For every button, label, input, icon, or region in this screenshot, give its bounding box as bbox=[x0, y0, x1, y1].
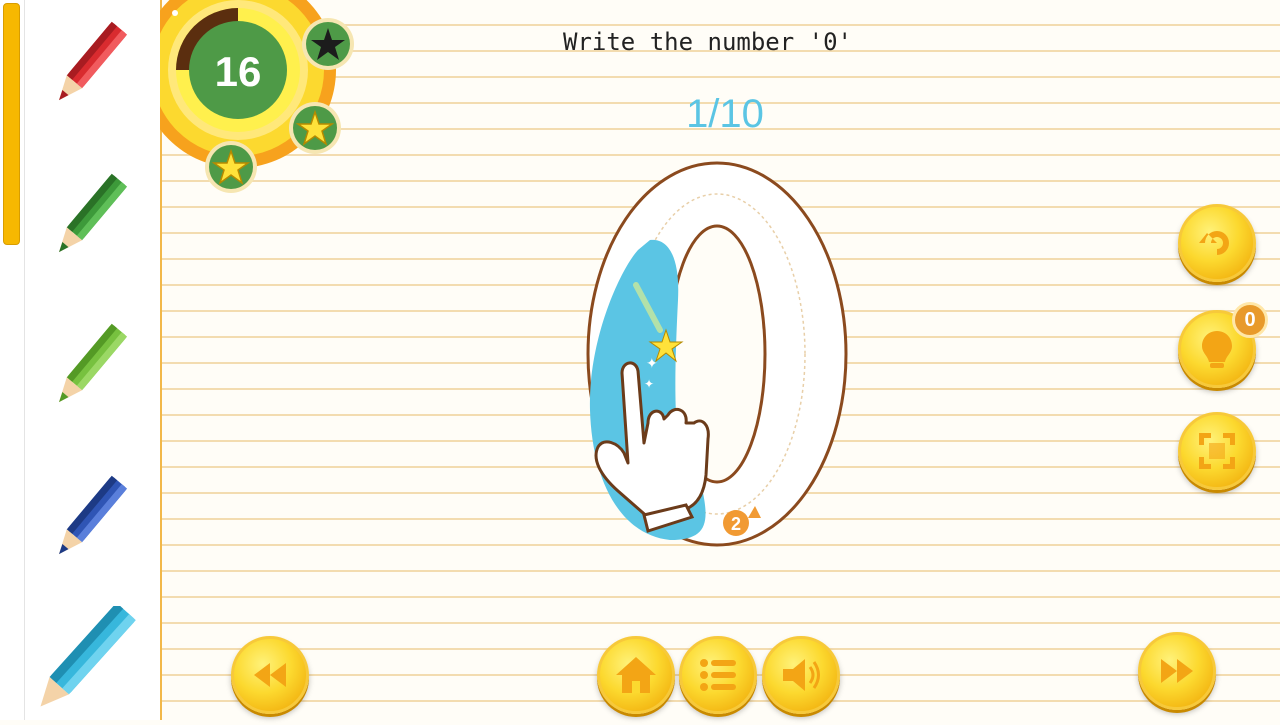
lightbulb-icon bbox=[1202, 331, 1232, 368]
fullscreen-icon bbox=[1199, 433, 1235, 469]
pencil-sidebar bbox=[0, 0, 162, 720]
undo-icon bbox=[1199, 231, 1229, 255]
star-gold-icon bbox=[289, 102, 341, 154]
home-icon bbox=[616, 657, 656, 693]
pencil-cyan-icon[interactable] bbox=[24, 602, 148, 720]
timer-seconds: 16 bbox=[214, 48, 262, 95]
undo-button[interactable] bbox=[1178, 204, 1256, 282]
speaker-icon bbox=[783, 659, 820, 691]
list-menu-icon bbox=[700, 659, 736, 691]
pencil-red-icon[interactable] bbox=[36, 18, 136, 118]
start-marker-number: 2 bbox=[731, 514, 741, 534]
svg-text:✦: ✦ bbox=[596, 295, 606, 309]
rewind-icon bbox=[254, 663, 286, 687]
pencil-light-green-icon[interactable] bbox=[36, 320, 136, 420]
sound-button[interactable] bbox=[762, 636, 840, 714]
sidebar-scrollbar[interactable] bbox=[0, 0, 25, 720]
progress-counter: 1/10 bbox=[686, 92, 764, 136]
menu-button[interactable] bbox=[679, 636, 757, 714]
home-button[interactable] bbox=[597, 636, 675, 714]
instruction-text: Write the number '0' bbox=[563, 28, 852, 56]
back-button[interactable] bbox=[231, 636, 309, 714]
svg-text:✦: ✦ bbox=[644, 377, 654, 391]
pencil-blue-icon[interactable] bbox=[36, 472, 136, 572]
next-button[interactable] bbox=[1138, 632, 1216, 710]
fast-forward-icon bbox=[1161, 659, 1193, 683]
sidebar-scrollbar-thumb[interactable] bbox=[3, 3, 20, 245]
tracing-canvas[interactable]: ✦ ✦ ✦ 2 bbox=[560, 150, 870, 560]
svg-text:✦: ✦ bbox=[646, 356, 658, 372]
star-gold-icon bbox=[205, 141, 257, 193]
fullscreen-button[interactable] bbox=[1178, 412, 1256, 490]
star-earned-dark-icon bbox=[302, 18, 354, 70]
hint-count-badge: 0 bbox=[1232, 302, 1268, 338]
pencil-dark-green-icon[interactable] bbox=[36, 170, 136, 270]
